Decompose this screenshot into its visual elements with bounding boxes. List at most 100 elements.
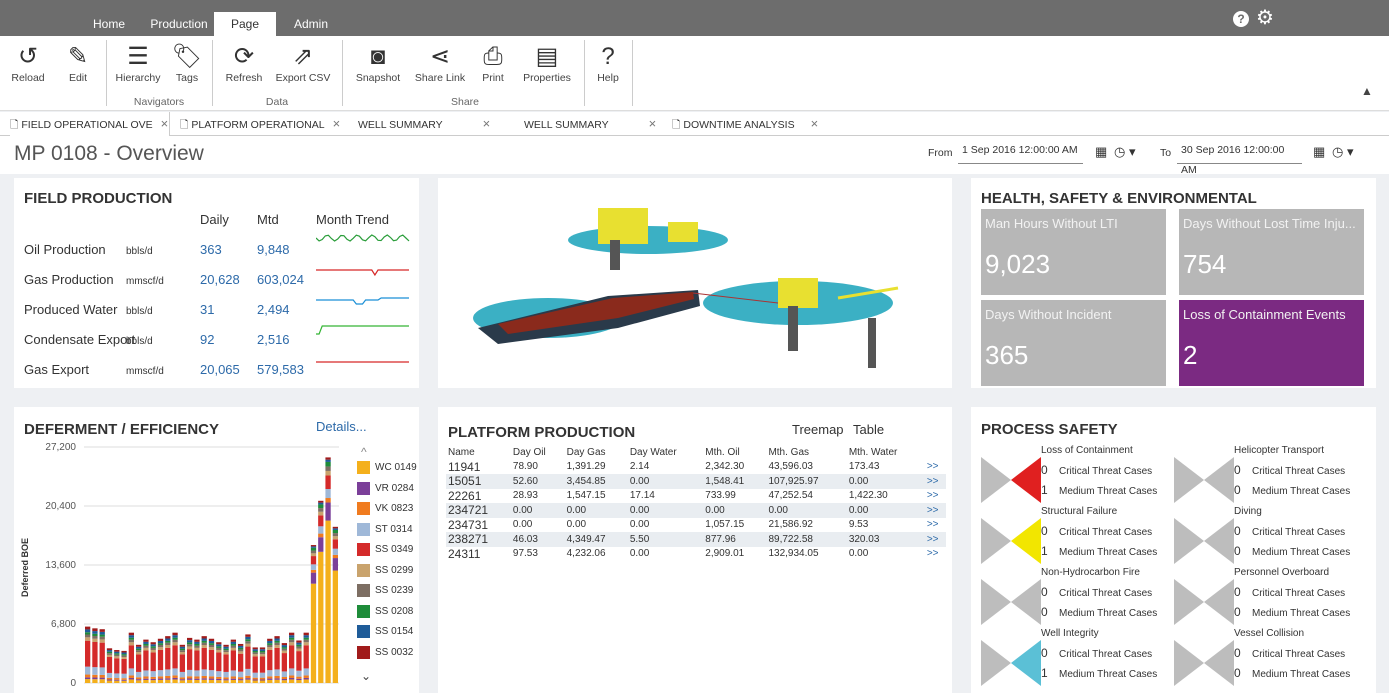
- bar[interactable]: [252, 647, 258, 683]
- production-row-daily[interactable]: 20,065: [200, 362, 240, 377]
- production-row-mtd[interactable]: 2,516: [257, 332, 290, 347]
- bar[interactable]: [281, 643, 287, 683]
- bar[interactable]: [238, 643, 244, 683]
- close-icon[interactable]: ×: [649, 116, 657, 131]
- bar[interactable]: [157, 638, 164, 683]
- bar[interactable]: [187, 637, 193, 683]
- bar[interactable]: [106, 648, 113, 683]
- bar[interactable]: [296, 640, 302, 683]
- bar[interactable]: [332, 526, 338, 683]
- doc-tab-downtime-analysis[interactable]: 🗋 DOWNTIME ANALYSIS ×: [672, 112, 832, 136]
- bar[interactable]: [208, 638, 215, 683]
- snapshot-button[interactable]: ◙ Snapshot: [352, 42, 404, 84]
- bar[interactable]: [325, 457, 331, 683]
- legend-scroll-up-icon[interactable]: ^: [361, 445, 367, 459]
- doc-tab-well-summary-1[interactable]: WELL SUMMARY ×: [358, 112, 498, 136]
- tab-home[interactable]: Home: [74, 12, 144, 36]
- share-link-button[interactable]: ⋖ Share Link: [412, 42, 468, 84]
- row-drilldown-link[interactable]: >>: [924, 532, 946, 547]
- doc-tab-platform-operational[interactable]: 🗋 PLATFORM OPERATIONAL ×: [180, 112, 340, 136]
- hse-tile-containment[interactable]: Loss of Containment Events 2: [1179, 300, 1364, 386]
- hse-tile-lost-time[interactable]: Days Without Lost Time Inju... 754: [1179, 209, 1364, 295]
- collapse-ribbon-icon[interactable]: ▲: [1361, 84, 1373, 98]
- legend-item[interactable]: SS 0299: [357, 563, 413, 578]
- process-safety-category[interactable]: Structural Failure: [1041, 506, 1117, 517]
- hse-tile-man-hours[interactable]: Man Hours Without LTI 9,023: [981, 209, 1166, 295]
- row-drilldown-link[interactable]: >>: [925, 489, 946, 504]
- bar[interactable]: [230, 639, 236, 683]
- bar[interactable]: [259, 647, 266, 683]
- print-button[interactable]: ⎙ Print: [476, 42, 510, 84]
- table-row[interactable]: 22261 28.93 1,547.15 17.14 733.99 47,252.54 1,…: [446, 489, 946, 504]
- close-icon[interactable]: ×: [333, 116, 340, 131]
- bar[interactable]: [128, 632, 134, 683]
- bar[interactable]: [114, 650, 120, 683]
- export-csv-button[interactable]: ⇗ Export CSV: [272, 42, 334, 84]
- production-row-daily[interactable]: 20,628: [200, 272, 240, 287]
- legend-item[interactable]: WC 0149: [357, 461, 417, 475]
- legend-item[interactable]: SS 0239: [357, 584, 413, 598]
- bar[interactable]: [92, 628, 98, 683]
- row-drilldown-link[interactable]: >>: [925, 460, 946, 475]
- bar[interactable]: [194, 639, 200, 683]
- production-row-daily[interactable]: 31: [200, 302, 214, 317]
- reload-button[interactable]: ↺ Reload: [6, 42, 50, 84]
- bar[interactable]: [318, 500, 324, 683]
- calendar-icon[interactable]: ▦: [1313, 144, 1325, 160]
- doc-tab-field-operational[interactable]: 🗋 FIELD OPERATIONAL OVE ×: [10, 112, 170, 136]
- legend-item[interactable]: VR 0284: [357, 481, 414, 496]
- refresh-button[interactable]: ⟳ Refresh: [220, 42, 268, 84]
- close-icon[interactable]: ×: [161, 116, 169, 131]
- hierarchy-button[interactable]: ☰ Hierarchy: [112, 42, 164, 84]
- table-row[interactable]: 238271 46.03 4,349.47 5.50 877.96 89,722.58 32…: [446, 532, 946, 547]
- row-drilldown-link[interactable]: >>: [925, 547, 946, 562]
- tags-button[interactable]: 🏷 Tags: [168, 42, 206, 84]
- production-row-mtd[interactable]: 9,848: [257, 242, 290, 257]
- legend-item[interactable]: SS 0032: [357, 645, 413, 660]
- bar[interactable]: [245, 634, 251, 683]
- calendar-icon[interactable]: ▦: [1095, 144, 1107, 160]
- bar[interactable]: [121, 650, 127, 683]
- tab-admin[interactable]: Admin: [276, 12, 346, 36]
- edit-button[interactable]: ✎ Edit: [56, 42, 100, 84]
- bar[interactable]: [143, 639, 149, 683]
- production-row-mtd[interactable]: 579,583: [257, 362, 304, 377]
- help-button[interactable]: ? Help: [590, 42, 626, 84]
- bar[interactable]: [216, 642, 222, 683]
- bar[interactable]: [303, 632, 309, 683]
- bar[interactable]: [150, 642, 156, 683]
- doc-tab-well-summary-2[interactable]: WELL SUMMARY ×: [524, 112, 664, 136]
- bar[interactable]: [172, 632, 178, 683]
- close-icon[interactable]: ×: [483, 116, 491, 131]
- legend-item[interactable]: SS 0154: [357, 625, 413, 639]
- bar[interactable]: [136, 644, 142, 683]
- row-drilldown-link[interactable]: >>: [925, 518, 946, 533]
- treemap-view-button[interactable]: Treemap: [792, 422, 844, 437]
- legend-item[interactable]: VK 0823: [357, 502, 413, 516]
- production-row-daily[interactable]: 363: [200, 242, 222, 257]
- table-row[interactable]: 11941 78.90 1,391.29 2.14 2,342.30 43,596.03 1…: [446, 460, 946, 475]
- bar[interactable]: [201, 636, 207, 683]
- bar[interactable]: [179, 644, 185, 683]
- legend-item[interactable]: SS 0208: [357, 604, 413, 619]
- legend-item[interactable]: SS 0349: [357, 543, 413, 557]
- table-row[interactable]: 234731 0.00 0.00 0.00 1,057.15 21,586.92 9.53 >…: [446, 518, 946, 533]
- table-row[interactable]: 234721 0.00 0.00 0.00 0.00 0.00 0.00 >>: [446, 503, 946, 518]
- legend-item[interactable]: ST 0314: [357, 522, 413, 537]
- close-icon[interactable]: ×: [811, 116, 819, 131]
- bar[interactable]: [223, 644, 229, 683]
- row-drilldown-link[interactable]: >>: [924, 503, 946, 518]
- tab-production[interactable]: Production: [144, 12, 214, 36]
- gear-icon[interactable]: ⚙: [1256, 6, 1274, 30]
- table-view-button[interactable]: Table: [853, 422, 884, 437]
- bar[interactable]: [310, 545, 317, 683]
- process-safety-category[interactable]: Well Integrity: [1041, 628, 1099, 639]
- properties-button[interactable]: ▤ Properties: [516, 42, 578, 84]
- from-date-input[interactable]: 1 Sep 2016 12:00:00 AM: [958, 140, 1083, 164]
- bar[interactable]: [85, 626, 91, 683]
- legend-scroll-down-icon[interactable]: ⌄: [361, 669, 371, 683]
- table-row[interactable]: 24311 97.53 4,232.06 0.00 2,909.01 132,934.05…: [446, 547, 946, 562]
- bar[interactable]: [165, 636, 171, 683]
- bar[interactable]: [274, 636, 280, 683]
- help-icon[interactable]: ?: [1233, 11, 1249, 27]
